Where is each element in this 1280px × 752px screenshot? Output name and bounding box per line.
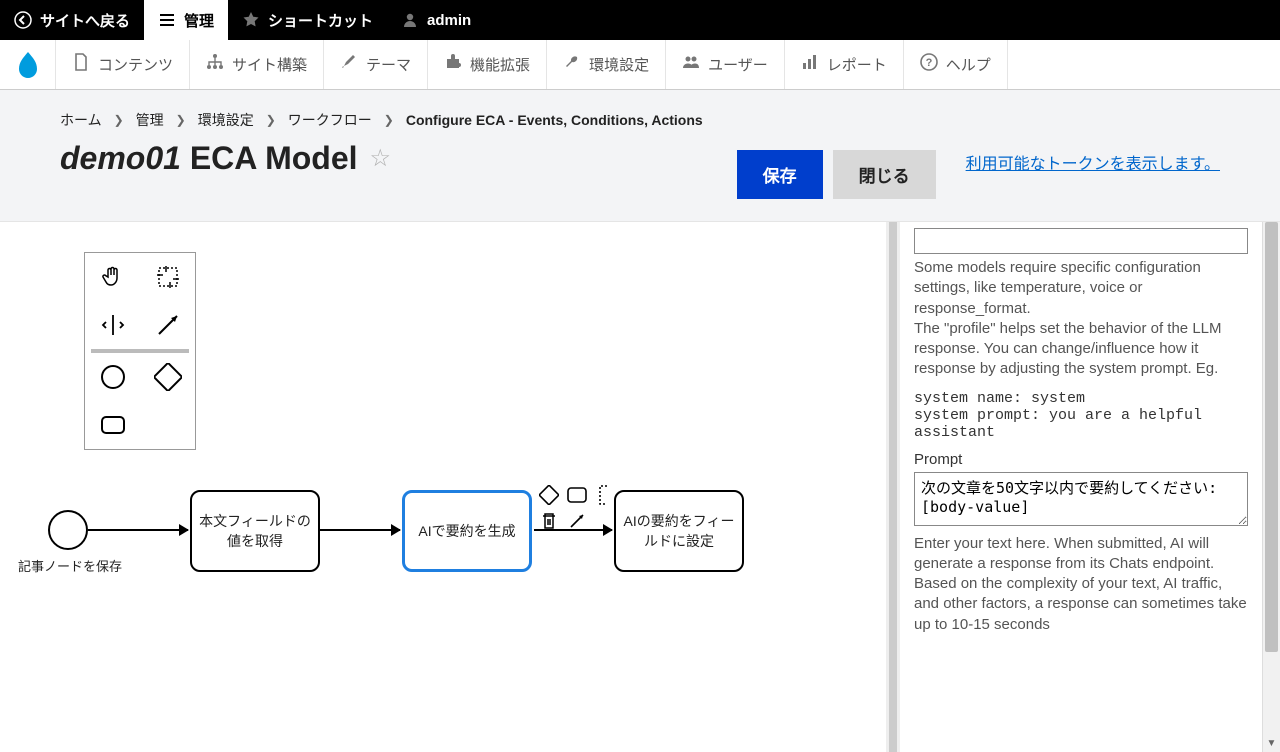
menu-help[interactable]: ? ヘルプ <box>904 40 1008 89</box>
side-panel: Some models require specific configurati… <box>900 222 1262 752</box>
brush-icon <box>340 53 358 76</box>
menu-people[interactable]: ユーザー <box>666 40 785 89</box>
structure-icon <box>206 53 224 76</box>
bpmn-task-set-field[interactable]: AIの要約をフィールドに設定 <box>614 490 744 572</box>
create-event[interactable] <box>85 353 140 401</box>
bpmn-flow[interactable] <box>320 529 400 531</box>
breadcrumb-workflow[interactable]: ワークフロー <box>288 110 372 130</box>
prompt-help: Enter your text here. When submitted, AI… <box>914 534 1248 635</box>
admin-home[interactable] <box>0 40 56 89</box>
space-tool[interactable] <box>85 301 140 349</box>
lasso-tool[interactable] <box>140 253 195 301</box>
scrollbar-thumb[interactable] <box>1265 222 1278 652</box>
breadcrumb: ホーム ❯ 管理 ❯ 環境設定 ❯ ワークフロー ❯ Configure ECA… <box>60 110 1220 130</box>
file-icon <box>72 53 90 76</box>
main-area: 記事ノードを保存 本文フィールドの値を取得 AIで要約を生成 AIの要約をフィー… <box>0 222 1280 752</box>
manage-label: 管理 <box>184 10 214 31</box>
connect-tool[interactable] <box>140 301 195 349</box>
prompt-textarea[interactable] <box>914 472 1248 526</box>
user-menu[interactable]: admin <box>387 0 485 40</box>
puzzle-icon <box>444 53 462 76</box>
chevron-right-icon: ❯ <box>384 113 394 127</box>
chevron-right-icon: ❯ <box>266 113 276 127</box>
shortcuts-label: ショートカット <box>268 10 373 31</box>
favorite-star-icon[interactable]: ☆ <box>370 144 392 173</box>
panel-scrollbar[interactable]: ▼ <box>1262 222 1280 752</box>
breadcrumb-admin[interactable]: 管理 <box>136 110 164 130</box>
create-task[interactable] <box>85 401 140 449</box>
bpmn-flow[interactable] <box>88 529 188 531</box>
bpmn-canvas[interactable]: 記事ノードを保存 本文フィールドの値を取得 AIで要約を生成 AIの要約をフィー… <box>0 222 886 752</box>
user-icon <box>401 11 419 29</box>
config-help: Some models require specific configurati… <box>914 258 1248 380</box>
breadcrumb-current: Configure ECA - Events, Conditions, Acti… <box>406 112 703 128</box>
menu-extend[interactable]: 機能拡張 <box>428 40 547 89</box>
chevron-right-icon: ❯ <box>114 113 124 127</box>
menu-content[interactable]: コンテンツ <box>56 40 190 89</box>
side-panel-wrap: Some models require specific configurati… <box>900 222 1280 752</box>
back-to-site[interactable]: サイトへ戻る <box>0 0 144 40</box>
wrench-icon <box>563 53 581 76</box>
menu-config[interactable]: 環境設定 <box>547 40 666 89</box>
admin-menu: コンテンツ サイト構築 テーマ 機能拡張 環境設定 ユーザー レポート ? ヘル… <box>0 40 1280 90</box>
bpmn-event-label: 記事ノードを保存 <box>10 556 130 575</box>
scroll-down-icon[interactable]: ▼ <box>1263 734 1280 752</box>
hand-tool[interactable] <box>85 253 140 301</box>
help-icon: ? <box>920 53 938 76</box>
back-arrow-icon <box>14 11 32 29</box>
toolbar-top: サイトへ戻る 管理 ショートカット admin <box>0 0 1280 40</box>
menu-structure[interactable]: サイト構築 <box>190 40 324 89</box>
manage-toggle[interactable]: 管理 <box>144 0 228 40</box>
config-input[interactable] <box>914 228 1248 254</box>
user-label: admin <box>427 12 471 29</box>
bpmn-start-event[interactable] <box>48 510 88 550</box>
annotation-icon[interactable] <box>594 484 616 506</box>
menu-reports[interactable]: レポート <box>785 40 904 89</box>
bpmn-flow[interactable] <box>534 529 612 531</box>
bpmn-task-get-body[interactable]: 本文フィールドの値を取得 <box>190 490 320 572</box>
append-task-icon[interactable] <box>566 484 588 506</box>
prompt-label: Prompt <box>914 451 1248 468</box>
svg-text:?: ? <box>925 57 932 69</box>
append-gateway-icon[interactable] <box>538 484 560 506</box>
hamburger-icon <box>158 11 176 29</box>
save-button[interactable]: 保存 <box>737 150 823 199</box>
canvas-scrollbar[interactable] <box>886 222 900 752</box>
page-title: demo01 ECA Model <box>60 140 358 177</box>
page-header: ホーム ❯ 管理 ❯ 環境設定 ❯ ワークフロー ❯ Configure ECA… <box>0 90 1280 222</box>
create-gateway[interactable] <box>140 353 195 401</box>
close-button[interactable]: 閉じる <box>833 150 936 199</box>
bpmn-task-ai-summary[interactable]: AIで要約を生成 <box>402 490 532 572</box>
shortcuts-toggle[interactable]: ショートカット <box>228 0 387 40</box>
chart-icon <box>801 53 819 76</box>
tool-palette <box>84 252 196 450</box>
menu-appearance[interactable]: テーマ <box>324 40 428 89</box>
token-link[interactable]: 利用可能なトークンを表示します。 <box>966 150 1220 174</box>
breadcrumb-home[interactable]: ホーム <box>60 110 102 130</box>
people-icon <box>682 53 700 76</box>
chevron-right-icon: ❯ <box>176 113 186 127</box>
back-label: サイトへ戻る <box>40 10 130 31</box>
system-prompt-example: system name: system system prompt: you a… <box>914 390 1248 441</box>
star-icon <box>242 11 260 29</box>
drupal-icon <box>15 50 41 80</box>
breadcrumb-config[interactable]: 環境設定 <box>198 110 254 130</box>
